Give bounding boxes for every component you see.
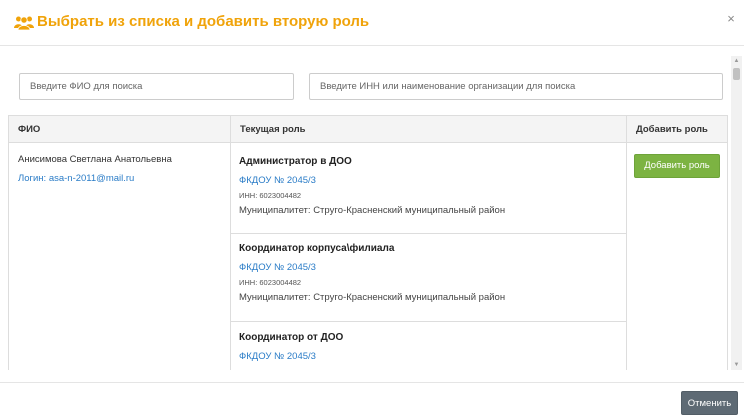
users-icon bbox=[14, 14, 34, 31]
table-row: Анисимова Светлана Анатольевна Логин: as… bbox=[9, 143, 230, 185]
org-search-input[interactable] bbox=[309, 73, 723, 100]
modal-header: Выбрать из списка и добавить вторую роль… bbox=[0, 0, 744, 46]
scroll-thumb[interactable] bbox=[733, 68, 740, 80]
role-org-link[interactable]: ФКДОУ № 2045/3 bbox=[239, 350, 626, 363]
scroll-up-arrow-icon[interactable]: ▲ bbox=[731, 56, 742, 66]
modal-body[interactable]: ФИО Текущая роль Добавить роль Анисимова… bbox=[0, 47, 744, 370]
role-divider bbox=[231, 321, 626, 322]
add-role-button[interactable]: Добавить роль bbox=[634, 154, 720, 178]
role-inn: ИНН: 6023004482 bbox=[239, 278, 302, 287]
role-municipality: Муниципалитет: Стругo-Красненский муници… bbox=[239, 205, 506, 216]
fio-search-input[interactable] bbox=[19, 73, 294, 100]
close-icon[interactable]: × bbox=[724, 11, 738, 27]
role-title: Координатор от ДОО bbox=[239, 332, 344, 343]
column-header-add: Добавить роль bbox=[626, 116, 727, 144]
role-org-link[interactable]: ФКДОУ № 2045/3 bbox=[239, 261, 626, 274]
role-item: Координатор от ДОО ФКДОУ № 2045/3 bbox=[231, 331, 626, 363]
role-divider bbox=[231, 233, 626, 234]
role-municipality: Муниципалитет: Стругo-Красненский муници… bbox=[239, 292, 506, 303]
table-header: ФИО Текущая роль Добавить роль bbox=[9, 115, 727, 144]
scroll-down-arrow-icon[interactable]: ▼ bbox=[731, 360, 742, 370]
user-full-name: Анисимова Светлана Анатольевна bbox=[18, 154, 172, 165]
role-item: Администратор в ДОО ФКДОУ № 2045/3 ИНН: … bbox=[231, 155, 626, 217]
role-title: Администратор в ДОО bbox=[239, 156, 352, 167]
modal-footer: Отменить bbox=[0, 382, 744, 419]
column-header-role: Текущая роль bbox=[230, 116, 626, 144]
modal-title: Выбрать из списка и добавить вторую роль bbox=[37, 13, 370, 30]
role-org-link[interactable]: ФКДОУ № 2045/3 bbox=[239, 174, 626, 187]
users-table: ФИО Текущая роль Добавить роль Анисимова… bbox=[8, 115, 728, 370]
cancel-button[interactable]: Отменить bbox=[681, 391, 738, 415]
column-header-fio: ФИО bbox=[18, 124, 41, 135]
vertical-scrollbar[interactable]: ▲ ▼ bbox=[731, 56, 742, 370]
modal-title-wrap: Выбрать из списка и добавить вторую роль bbox=[14, 12, 369, 32]
role-inn: ИНН: 6023004482 bbox=[239, 191, 302, 200]
column-divider bbox=[626, 143, 627, 370]
user-login-link[interactable]: Логин: asa-n-2011@mail.ru bbox=[18, 172, 230, 185]
add-role-modal: Выбрать из списка и добавить вторую роль… bbox=[0, 0, 744, 419]
role-title: Координатор корпуса\филиала bbox=[239, 243, 395, 254]
role-item: Координатор корпуса\филиала ФКДОУ № 2045… bbox=[231, 242, 626, 304]
